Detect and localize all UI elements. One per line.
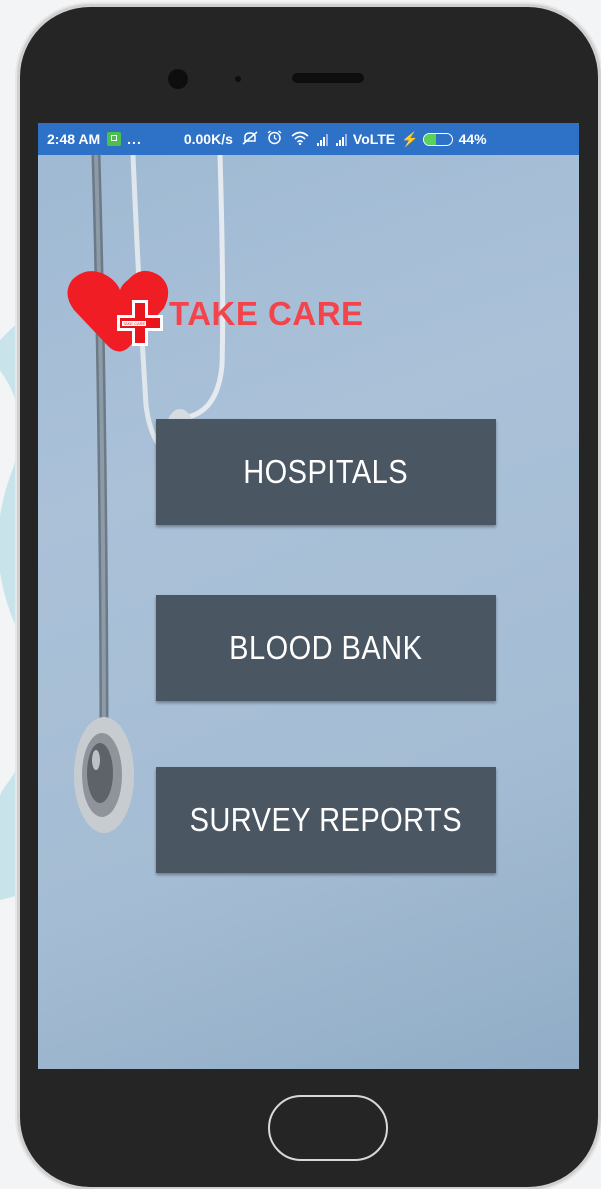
battery-level (423, 133, 436, 145)
front-camera (168, 69, 188, 89)
battery-icon (422, 132, 453, 146)
mute-icon (242, 130, 258, 148)
app-screen: 2:48 AM ... 0.00K/s VoLTE ⚡ 44% TAKE CAR… (38, 123, 579, 1069)
home-button[interactable] (268, 1095, 388, 1161)
logo-text: TAKE CARE (123, 321, 146, 326)
charging-icon: ⚡ (401, 130, 419, 147)
notification-icon (107, 132, 122, 146)
survey-reports-button-label: SURVEY REPORTS (189, 801, 463, 838)
hospitals-button-label: HOSPITALS (243, 453, 409, 490)
blood-bank-button-label: BLOOD BANK (229, 629, 423, 666)
earpiece-speaker (292, 73, 364, 83)
app-brand-title: TAKE CARE (169, 295, 364, 332)
volte-indicator: VoLTE (352, 131, 396, 147)
hospitals-button[interactable]: HOSPITALS (156, 419, 496, 525)
more-notifications: ... (127, 131, 142, 147)
proximity-sensor (235, 76, 241, 82)
signal-icon (316, 132, 328, 146)
battery-percent: 44% (458, 131, 487, 147)
network-speed: 0.00K/s (183, 131, 233, 147)
blood-bank-button[interactable]: BLOOD BANK (156, 595, 496, 701)
signal-icon (335, 132, 347, 146)
heart-logo: TAKE CARE (67, 270, 169, 352)
alarm-icon (267, 130, 282, 148)
status-bar: 2:48 AM ... 0.00K/s VoLTE ⚡ 44% (38, 123, 579, 155)
wifi-icon (291, 131, 309, 148)
survey-reports-button[interactable]: SURVEY REPORTS (156, 767, 496, 873)
status-time: 2:48 AM (47, 131, 101, 147)
